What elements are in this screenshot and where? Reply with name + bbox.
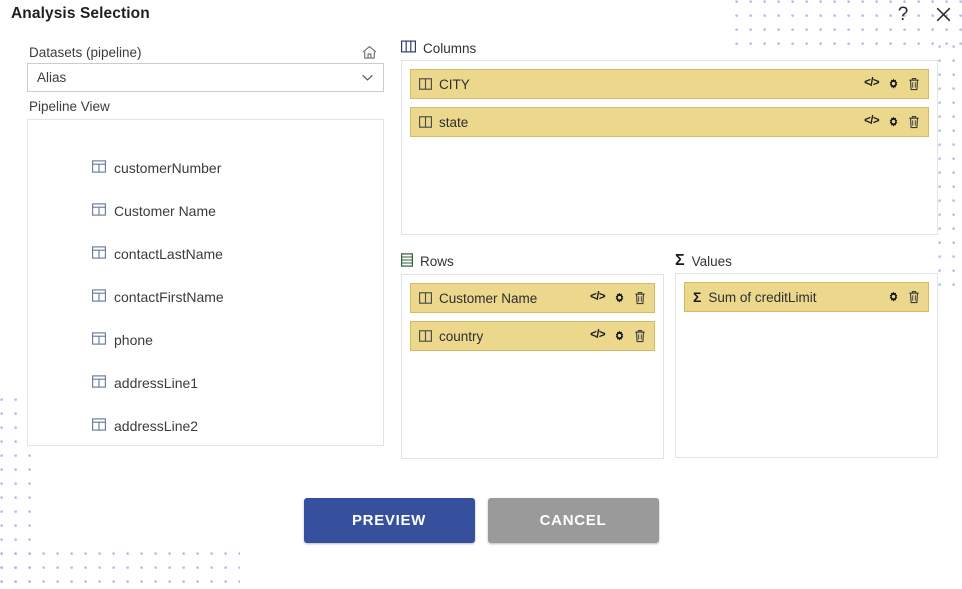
pipeline-field-label: Customer Name <box>114 202 216 219</box>
field-chip-actions <box>887 290 920 304</box>
values-drop-panel[interactable]: Σ Sum of creditLimit <box>675 273 938 458</box>
dataset-select-value: Alias <box>37 70 67 85</box>
dataset-select[interactable]: Alias <box>27 63 384 92</box>
pipeline-field-label: contactFirstName <box>114 288 224 305</box>
table-field-icon <box>92 288 106 305</box>
sigma-icon: Σ <box>693 289 702 305</box>
field-chip-label: Sum of creditLimit <box>708 289 817 305</box>
columns-section: Columns CITY </> state </> <box>401 40 938 235</box>
field-chip-actions: </> <box>864 115 920 129</box>
table-field-icon <box>92 159 106 176</box>
field-chip-actions: </> <box>864 77 920 91</box>
code-icon[interactable]: </> <box>590 330 605 342</box>
columns-header: Columns <box>401 40 938 56</box>
trash-icon[interactable] <box>634 291 646 305</box>
field-chip[interactable]: state </> <box>410 107 929 137</box>
field-chip[interactable]: Σ Sum of creditLimit <box>684 282 929 312</box>
close-icon[interactable] <box>930 1 956 27</box>
field-chip-label: CITY <box>439 76 470 92</box>
dialog-titlebar: Analysis Selection ? <box>0 0 962 33</box>
code-icon[interactable]: </> <box>864 78 879 90</box>
table-field-icon <box>92 417 106 434</box>
pipeline-field-list: customerNumber Customer Name contactLastNa… <box>28 146 383 445</box>
analysis-selection-dialog: Analysis Selection ? Datasets (pipeline) <box>0 0 962 589</box>
rows-drop-panel[interactable]: Customer Name </> country </> <box>401 274 664 459</box>
pipeline-field-label: phone <box>114 331 153 348</box>
pipeline-field-item[interactable]: phone <box>28 318 383 361</box>
pipeline-field-label: customerNumber <box>114 159 222 176</box>
pipeline-field-item[interactable]: contactLastName <box>28 232 383 275</box>
preview-button[interactable]: PREVIEW <box>303 498 475 543</box>
pipeline-view-label: Pipeline View <box>29 99 110 114</box>
pipeline-field-label: addressLine1 <box>114 374 199 391</box>
dialog-footer: PREVIEW CANCEL <box>0 498 962 543</box>
column-field-icon <box>419 292 432 304</box>
trash-icon[interactable] <box>908 115 920 129</box>
field-chip-actions: </> <box>590 329 646 343</box>
field-chip-label: state <box>439 114 469 130</box>
pipeline-field-label: contactLastName <box>114 245 223 262</box>
titlebar-actions: ? <box>890 1 956 27</box>
gear-icon[interactable] <box>887 291 900 304</box>
values-title: Values <box>691 253 732 269</box>
table-field-icon <box>92 374 106 391</box>
pipeline-field-item[interactable]: contactFirstName <box>28 275 383 318</box>
rows-icon <box>401 253 414 270</box>
columns-drop-panel[interactable]: CITY </> state </> <box>401 60 938 235</box>
datasets-label: Datasets (pipeline) <box>29 45 142 60</box>
columns-icon <box>401 40 417 56</box>
sigma-icon: Σ <box>675 252 685 269</box>
field-chip-label: Customer Name <box>439 290 538 306</box>
rows-section: Rows Customer Name </> country </> <box>401 253 664 459</box>
page-title: Analysis Selection <box>11 5 150 22</box>
column-field-icon <box>419 330 432 342</box>
column-field-icon <box>419 116 432 128</box>
trash-icon[interactable] <box>908 77 920 91</box>
gear-icon[interactable] <box>887 116 900 129</box>
gear-icon[interactable] <box>613 292 626 305</box>
left-column: Datasets (pipeline) Alias Pipeline View … <box>27 44 384 446</box>
field-chip[interactable]: Customer Name </> <box>410 283 655 313</box>
field-chip[interactable]: country </> <box>410 321 655 351</box>
values-section: Σ Values Σ Sum of creditLimit <box>675 253 938 458</box>
gear-icon[interactable] <box>887 78 900 91</box>
rows-header: Rows <box>401 253 664 270</box>
field-chip[interactable]: CITY </> <box>410 69 929 99</box>
gear-icon[interactable] <box>613 330 626 343</box>
field-chip-label: country <box>439 328 484 344</box>
pipeline-field-item[interactable]: addressLine2 <box>28 404 383 445</box>
code-icon[interactable]: </> <box>590 292 605 304</box>
table-field-icon <box>92 202 106 219</box>
chevron-down-icon <box>359 70 375 86</box>
field-chip-actions: </> <box>590 291 646 305</box>
home-icon[interactable] <box>359 42 379 62</box>
values-header: Σ Values <box>675 253 938 269</box>
trash-icon[interactable] <box>634 329 646 343</box>
code-icon[interactable]: </> <box>864 116 879 128</box>
table-field-icon <box>92 331 106 348</box>
pipeline-field-item[interactable]: Customer Name <box>28 189 383 232</box>
pipeline-field-item[interactable]: customerNumber <box>28 146 383 189</box>
rows-title: Rows <box>420 254 454 269</box>
pipeline-field-label: addressLine2 <box>114 417 199 434</box>
column-field-icon <box>419 78 432 90</box>
cancel-button[interactable]: CANCEL <box>487 498 659 543</box>
trash-icon[interactable] <box>908 290 920 304</box>
help-icon[interactable]: ? <box>890 1 916 27</box>
columns-title: Columns <box>423 40 477 56</box>
pipeline-view-panel[interactable]: customerNumber Customer Name contactLastNa… <box>27 119 384 446</box>
datasets-label-row: Datasets (pipeline) <box>27 44 384 63</box>
pipeline-field-item[interactable]: addressLine1 <box>28 361 383 404</box>
table-field-icon <box>92 245 106 262</box>
